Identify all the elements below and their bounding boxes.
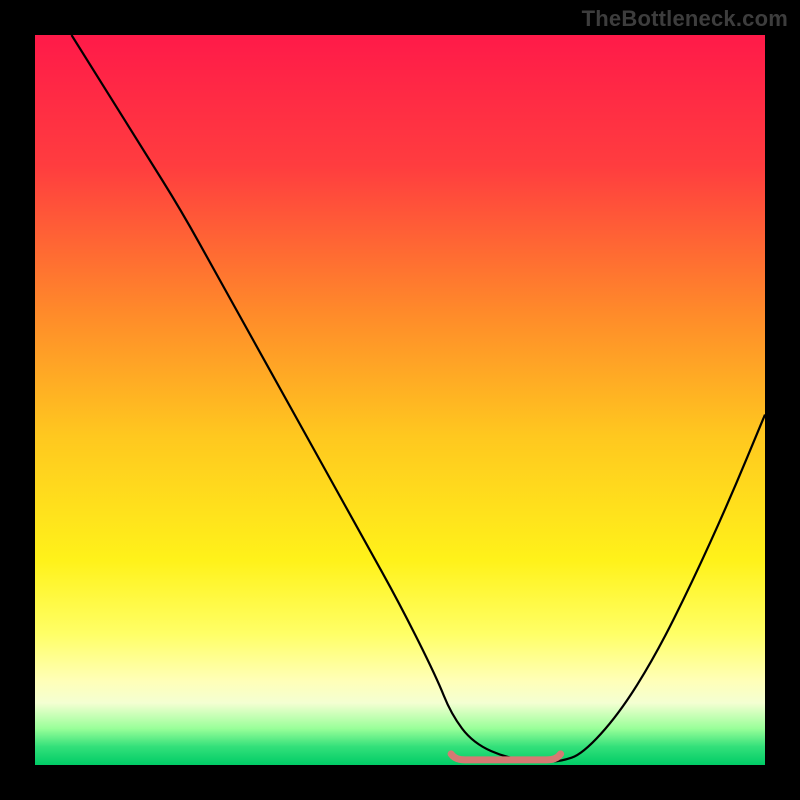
watermark-text: TheBottleneck.com (582, 6, 788, 32)
bottleneck-chart (35, 35, 765, 765)
chart-frame: TheBottleneck.com (0, 0, 800, 800)
plot-area (35, 35, 765, 765)
